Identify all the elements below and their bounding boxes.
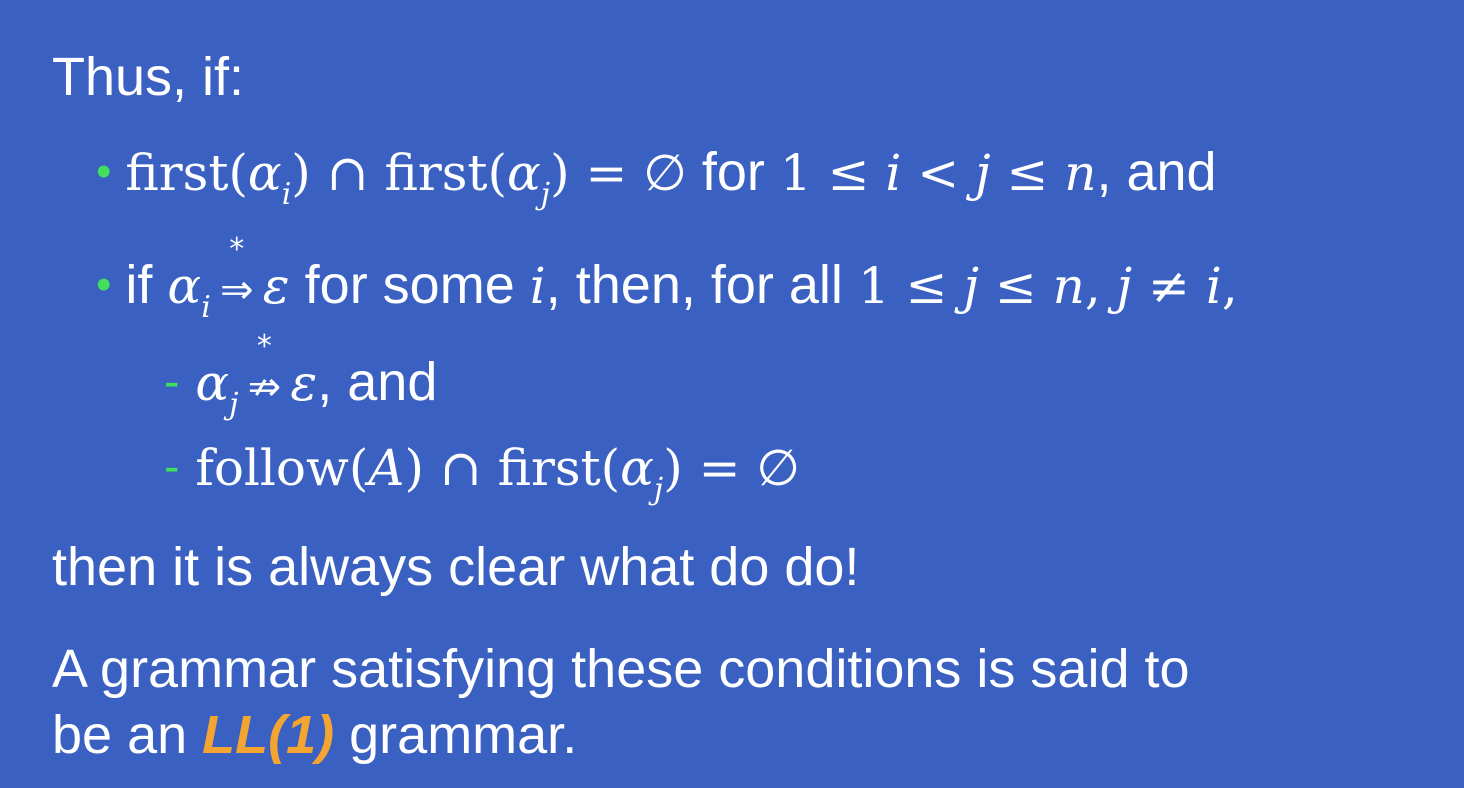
- definition-grammar-text: grammar.: [349, 705, 578, 765]
- intro-text: Thus, if:: [52, 50, 244, 104]
- slide: Thus, if: • first(αi) ∩ first(αj) = ∅ for…: [0, 0, 1464, 788]
- definition-line-2: be an LL(1) grammar.: [52, 708, 577, 762]
- derives-epsilon-formula: αi * ⇒ ε: [167, 232, 290, 325]
- bullet-dot-icon: •: [96, 260, 112, 309]
- sub1-and-text: , and: [317, 352, 438, 412]
- not-derives-epsilon-formula: αj * ⇏ ε: [195, 329, 318, 422]
- bullet1-for-text: for: [701, 142, 765, 202]
- dash-bullet-icon: -: [164, 355, 180, 407]
- bullet-item-1: • first(αi) ∩ first(αj) = ∅ for 1 ≤ i < j…: [96, 142, 1217, 212]
- conclusion-label: then it is always clear what do do!: [52, 537, 860, 597]
- definition-be-an-text: be an: [52, 705, 188, 765]
- bullet1-and-text: , and: [1096, 142, 1217, 202]
- intro-label: Thus, if:: [52, 47, 245, 107]
- first-intersection-formula: first(αi) ∩ first(αj) = ∅: [125, 144, 687, 212]
- definition-label-1: A grammar satisfying these conditions is…: [52, 639, 1190, 699]
- bullet2-if-text: if: [125, 255, 153, 315]
- j-range-formula: 1 ≤ j ≤ n, j ≠ i,: [857, 257, 1238, 315]
- sub-item-1: - αj * ⇏ ε, and: [164, 329, 438, 422]
- index-range-formula: 1 ≤ i < j ≤ n: [779, 144, 1097, 202]
- definition-line-1: A grammar satisfying these conditions is…: [52, 642, 1190, 696]
- bullet2-then-text: , then, for all: [545, 255, 843, 315]
- bullet-item-2: • if αi * ⇒ ε for some i, then, for all 1 ≤ …: [96, 232, 1238, 325]
- bullet-dot-icon: •: [96, 147, 112, 196]
- index-i-formula: i: [529, 257, 546, 315]
- conclusion-text: then it is always clear what do do!: [52, 540, 859, 594]
- follow-first-formula: follow(A) ∩ first(αj) = ∅: [195, 439, 800, 507]
- dash-bullet-icon: -: [164, 440, 180, 492]
- sub-item-2: - follow(A) ∩ first(αj) = ∅: [164, 439, 800, 507]
- bullet2-for-some-text: for some: [304, 255, 515, 315]
- derives-star-arrow-icon: * ⇒: [220, 232, 254, 313]
- ll1-highlight: LL(1): [202, 705, 335, 765]
- not-derives-star-arrow-icon: * ⇏: [247, 329, 282, 410]
